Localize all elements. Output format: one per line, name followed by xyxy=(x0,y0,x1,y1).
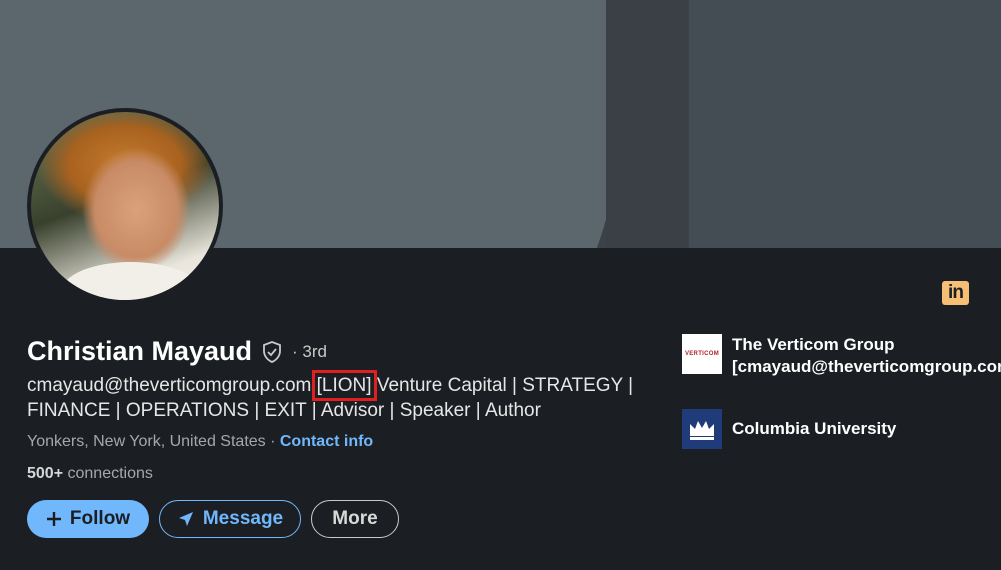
message-button[interactable]: Message xyxy=(159,500,301,538)
headline-highlight: [LION] xyxy=(311,370,377,401)
follow-label: Follow xyxy=(69,508,131,529)
contact-info-link[interactable]: Contact info xyxy=(280,433,373,450)
verticom-logo: VERTICOM xyxy=(682,334,722,374)
columbia-crown-logo xyxy=(682,409,722,449)
location-row: Yonkers, New York, United States · Conta… xyxy=(27,433,373,451)
banner-strip xyxy=(606,0,688,248)
profile-name: Christian Mayaud xyxy=(27,336,253,366)
name-row: Christian Mayaud · 3rd xyxy=(27,336,327,367)
linkedin-icon[interactable]: in xyxy=(942,281,969,305)
banner-panel xyxy=(689,0,1001,248)
affiliation-verticom[interactable]: VERTICOM The Verticom Group [cmayaud@the… xyxy=(682,334,1001,378)
message-label: Message xyxy=(202,508,284,529)
affiliation-columbia[interactable]: Columbia University xyxy=(682,409,896,449)
connections-number: 500+ xyxy=(27,465,64,482)
location-text: Yonkers, New York, United States · xyxy=(27,433,280,450)
connections-label: connections xyxy=(63,465,153,482)
send-icon xyxy=(178,512,193,526)
connections-count[interactable]: 500+ connections xyxy=(27,465,153,483)
affiliation-verticom-name: The Verticom Group [cmayaud@theverticomg… xyxy=(732,335,1001,376)
connection-degree: · 3rd xyxy=(292,341,328,361)
follow-button[interactable]: Follow xyxy=(27,500,149,538)
affiliation-columbia-name: Columbia University xyxy=(732,419,897,438)
plus-icon xyxy=(46,512,61,526)
profile-headline: cmayaud@theverticomgroup.com [LION] Vent… xyxy=(27,370,657,423)
verified-shield-icon[interactable] xyxy=(260,340,284,364)
avatar-shirt xyxy=(61,262,201,300)
more-button[interactable]: More xyxy=(311,500,399,538)
headline-text-start: cmayaud@theverticomgroup.com xyxy=(27,375,317,396)
more-label: More xyxy=(332,508,378,529)
profile-avatar[interactable] xyxy=(27,108,223,304)
